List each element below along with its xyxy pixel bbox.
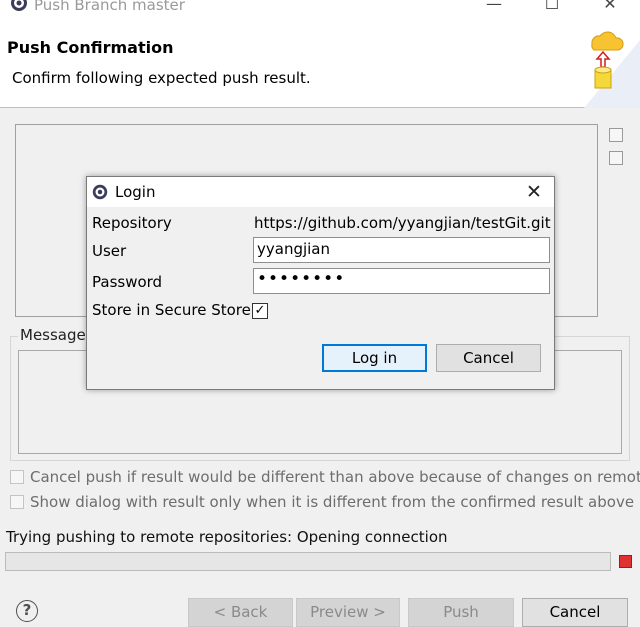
wizard-header: Push Confirmation Confirm following expe… [0,20,640,108]
show-dialog-option[interactable]: Show dialog with result only when it is … [10,493,634,511]
cancel-button[interactable]: Cancel [522,598,628,627]
wizard-footer: ? < Back Preview > Push Cancel [0,578,640,627]
login-title: Login [115,183,156,201]
maximize-button[interactable]: ☐ [532,0,572,14]
password-label: Password [92,273,163,291]
message-label: Message [18,326,88,344]
help-icon[interactable]: ? [16,600,38,622]
window-title: Push Branch master [34,0,185,14]
login-cancel-button[interactable]: Cancel [436,344,541,372]
password-field[interactable]: •••••••• [253,268,550,294]
login-dialog: Login ✕ Repository https://github.com/yy… [86,176,555,390]
back-button[interactable]: < Back [188,598,293,627]
store-label: Store in Secure Store [92,301,251,319]
eclipse-gear-icon [92,184,108,200]
cancel-if-different-label: Cancel push if result would be different… [30,468,640,486]
push-to-cloud-icon [584,31,640,108]
store-secure-checkbox[interactable]: ✓ [252,303,268,319]
cancel-if-different-checkbox[interactable] [10,470,24,484]
window-title-bar: Push Branch master — ☐ ✕ [0,0,640,20]
login-title-bar: Login ✕ [87,177,554,207]
close-icon[interactable]: ✕ [521,179,547,205]
preview-button[interactable]: Preview > [296,598,400,627]
show-dialog-label: Show dialog with result only when it is … [30,493,635,511]
page-subtitle: Confirm following expected push result. [12,69,311,87]
push-button[interactable]: Push [408,598,514,627]
repository-value: https://github.com/yyangjian/testGit.git [254,214,551,232]
repository-label: Repository [92,214,172,232]
collapse-all-icon[interactable] [609,128,623,142]
progress-bar [5,552,611,571]
stop-icon[interactable] [619,555,632,568]
window-close-button[interactable]: ✕ [590,0,630,14]
expand-all-icon[interactable] [609,151,623,165]
status-text: Trying pushing to remote repositories: O… [6,528,448,546]
user-label: User [92,242,127,260]
eclipse-gear-icon [11,0,27,11]
login-button[interactable]: Log in [322,344,427,372]
cancel-if-different-option[interactable]: Cancel push if result would be different… [10,468,640,486]
page-title: Push Confirmation [7,38,174,57]
show-dialog-checkbox[interactable] [10,495,24,509]
minimize-button[interactable]: — [474,0,514,14]
user-field[interactable]: yyangjian [253,237,550,263]
